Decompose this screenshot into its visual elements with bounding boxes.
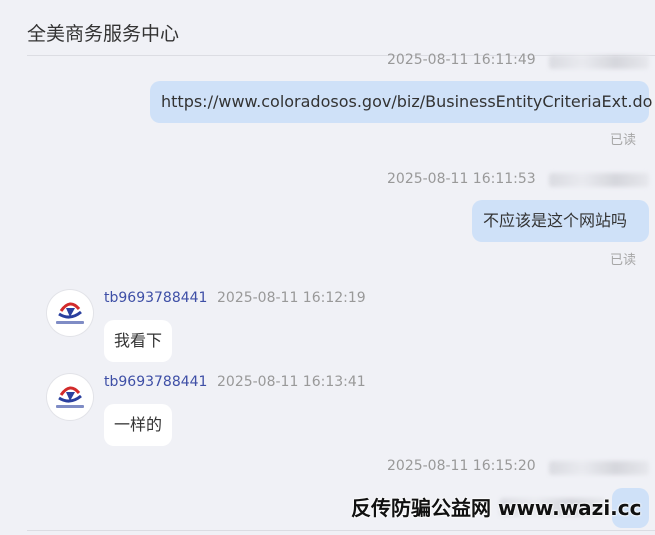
message-timestamp: 2025-08-11 16:13:41 [217,374,366,390]
sender-name[interactable]: tb9693788441 [104,374,207,390]
sender-avatar[interactable] [47,374,93,420]
blurred-sender-name [549,461,649,475]
conversation-title: 全美商务服务中心 [27,23,180,45]
incoming-message-bubble[interactable]: 一样的 [104,404,173,446]
message-timestamp: 2025-08-11 16:11:49 [387,52,536,68]
company-logo-icon [56,386,84,408]
sender-name[interactable]: tb9693788441 [104,290,207,306]
watermark-text: 反传防骗公益网 www.wazi.cc [351,496,642,520]
message-timestamp: 2025-08-11 16:12:19 [217,290,366,306]
read-status: 已读 [610,133,637,148]
input-divider [27,530,655,531]
incoming-message-bubble[interactable]: 我看下 [104,320,173,362]
chat-header: 全美商务服务中心 [0,0,655,55]
message-timestamp: 2025-08-11 16:15:20 [387,458,536,474]
blurred-sender-name [549,55,649,69]
company-logo-icon [56,302,84,324]
sender-avatar[interactable] [47,290,93,336]
message-link-text[interactable]: https://www.coloradosos.gov/biz/Business… [161,92,652,111]
message-text: 我看下 [114,331,163,350]
message-timestamp: 2025-08-11 16:11:53 [387,171,536,187]
read-status: 已读 [610,253,637,268]
message-text: 一样的 [114,415,163,434]
blurred-sender-name [549,173,649,187]
outgoing-message-bubble[interactable]: 不应该是这个网站吗 [472,200,649,242]
message-text: 不应该是这个网站吗 [483,211,628,230]
outgoing-message-bubble[interactable]: https://www.coloradosos.gov/biz/Business… [150,81,652,123]
